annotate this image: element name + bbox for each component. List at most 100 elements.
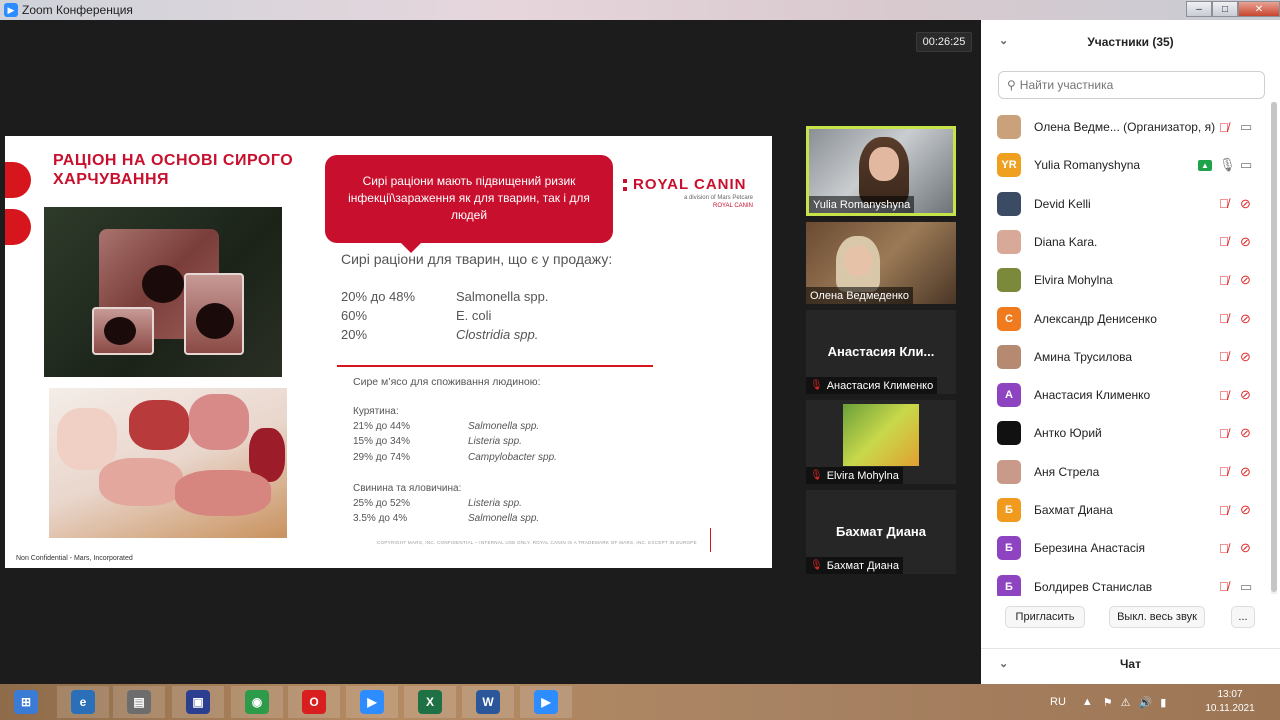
taskbar-clock[interactable]: 13:07 10.11.2021	[1200, 688, 1260, 716]
camera-off-icon[interactable]: ▭	[1240, 579, 1252, 595]
participant-row[interactable]: Devid Kelli 🎙̸ ⊘	[981, 185, 1271, 223]
start-orb-icon: ⊞	[14, 690, 38, 714]
mute-all-button[interactable]: Выкл. весь звук	[1109, 606, 1205, 628]
video-tile-active[interactable]: Yulia Romanyshyna	[806, 126, 956, 216]
scrollbar-thumb[interactable]	[1271, 102, 1277, 592]
participant-row[interactable]: YR Yulia Romanyshyna ▲ 🎙 ▭	[981, 146, 1271, 184]
name-tile[interactable]: Анастасия Кли... 🎙 Анастасия Клименко	[806, 310, 956, 394]
camera-off-icon[interactable]: ⊘	[1240, 234, 1251, 250]
tile-name: Yulia Romanyshyna	[809, 196, 915, 213]
zoom-icon: ▶	[360, 690, 384, 714]
taskbar-app-button[interactable]: W	[462, 686, 514, 718]
mic-off-icon[interactable]: 🎙̸	[1219, 464, 1229, 479]
participant-photo	[843, 404, 919, 466]
participant-row[interactable]: Аня Стрела 🎙̸ ⊘	[981, 453, 1271, 491]
taskbar-app-button[interactable]: e	[57, 686, 109, 718]
pet-stat-org: E. coli	[456, 308, 492, 323]
participant-row[interactable]: С Александр Денисенко 🎙̸ ⊘	[981, 300, 1271, 338]
camera-off-icon[interactable]: ⊘	[1240, 196, 1251, 212]
camera-off-icon[interactable]: ⊘	[1240, 349, 1251, 365]
chat-header[interactable]: ⌄ Чат	[981, 648, 1280, 678]
taskbar-app-button[interactable]: ▶	[520, 686, 572, 718]
participant-row[interactable]: Elvira Mohylna 🎙̸ ⊘	[981, 261, 1271, 299]
video-tile[interactable]: Олена Ведмеденко	[806, 222, 956, 304]
chicken-stat-org: Salmonella spp.	[468, 421, 540, 432]
participant-row[interactable]: Амина Трусилова 🎙̸ ⊘	[981, 338, 1271, 376]
mic-off-icon[interactable]: 🎙̸	[1219, 234, 1229, 249]
screen-share-icon: ▲	[1198, 159, 1212, 171]
participant-name: Антко Юрий	[1034, 426, 1102, 441]
flag-icon[interactable]: ⚑	[1103, 696, 1113, 709]
chevron-down-icon[interactable]: ⌄	[999, 34, 1008, 47]
tray-chevron-icon[interactable]: ▲	[1082, 696, 1093, 708]
mic-off-icon[interactable]: 🎙̸	[1219, 503, 1229, 518]
tile-big-name: Анастасия Кли...	[827, 344, 935, 359]
participant-row[interactable]: Б Болдирев Станислав 🎙̸ ▭	[981, 568, 1271, 596]
close-button[interactable]: ✕	[1238, 1, 1280, 17]
shared-slide: РАЦІОН НА ОСНОВІ СИРОГО ХАРЧУВАННЯ Сирі …	[5, 136, 772, 568]
maximize-button[interactable]: □	[1212, 1, 1238, 17]
ie-icon: e	[71, 690, 95, 714]
chevron-down-icon[interactable]: ⌄	[999, 657, 1008, 670]
camera-off-icon[interactable]: ⊘	[1240, 540, 1251, 556]
more-button[interactable]: ...	[1231, 606, 1255, 628]
slide-footer: Non Confidential - Mars, Incorporated	[16, 555, 133, 562]
camera-off-icon[interactable]: ⊘	[1240, 464, 1251, 480]
mic-off-icon[interactable]: 🎙̸	[1219, 541, 1229, 556]
save-disk-icon: ▣	[186, 690, 210, 714]
invite-button[interactable]: Пригласить	[1005, 606, 1085, 628]
avatar	[997, 191, 1021, 216]
photo-tile[interactable]: 🎙 Elvira Mohylna	[806, 400, 956, 484]
participant-row[interactable]: Б Бахмат Диана 🎙̸ ⊘	[981, 491, 1271, 529]
taskbar-app-button[interactable]: ▤	[113, 686, 165, 718]
search-input[interactable]	[1019, 78, 1240, 92]
scrollbar[interactable]	[1271, 102, 1277, 594]
camera-off-icon[interactable]: ⊘	[1240, 311, 1251, 327]
mic-off-icon[interactable]: 🎙̸	[1219, 311, 1229, 326]
volume-icon[interactable]: 🔊	[1139, 696, 1153, 709]
mic-off-icon[interactable]: 🎙̸	[1219, 388, 1229, 403]
mic-off-icon[interactable]: 🎙̸	[1219, 579, 1229, 594]
taskbar-app-button[interactable]: ▣	[172, 686, 224, 718]
participant-row[interactable]: Олена Ведме... (Организатор, я) 🎙̸ ▭	[981, 108, 1271, 146]
camera-off-icon[interactable]: ▭	[1240, 119, 1252, 135]
taskbar-app-button[interactable]: ◉	[231, 686, 283, 718]
network-warning-icon[interactable]: ⚠	[1121, 696, 1131, 709]
camera-off-icon[interactable]: ⊘	[1240, 387, 1251, 403]
tile-big-name: Бахмат Диана	[835, 524, 927, 539]
mic-on-icon[interactable]: 🎙	[1219, 157, 1236, 173]
mic-off-icon[interactable]: 🎙̸	[1219, 426, 1229, 441]
camera-off-icon[interactable]: ⊘	[1240, 425, 1251, 441]
minimize-button[interactable]: –	[1186, 1, 1212, 17]
search-icon: ⚲	[1007, 78, 1016, 92]
camera-off-icon[interactable]: ⊘	[1240, 272, 1251, 288]
participant-row[interactable]: Diana Kara. 🎙̸ ⊘	[981, 223, 1271, 261]
name-tile[interactable]: Бахмат Диана 🎙 Бахмат Диана	[806, 490, 956, 574]
participants-title: Участники (35)	[1087, 35, 1174, 49]
brand-subtitle: a division of Mars Petcare	[683, 195, 753, 201]
mic-off-icon[interactable]: 🎙̸	[1219, 349, 1229, 364]
taskbar-app-button[interactable]: O	[288, 686, 340, 718]
system-tray: RU ▲ ⚑ ⚠ 🔊 ▮	[1050, 684, 1166, 720]
brand-crown-logo: ROYAL CANIN	[712, 203, 753, 209]
mic-off-icon[interactable]: 🎙̸	[1219, 120, 1229, 135]
copyright-note: COPYRIGHT MARS, INC. CONFIDENTIAL – INTE…	[377, 540, 697, 545]
taskbar-app-button[interactable]: X	[404, 686, 456, 718]
camera-off-icon[interactable]: ⊘	[1240, 502, 1251, 518]
mic-off-icon[interactable]: 🎙̸	[1219, 273, 1229, 288]
mic-off-icon: 🎙	[810, 470, 823, 481]
participant-name: Анастасия Клименко	[1034, 388, 1151, 403]
participant-row[interactable]: Б Березина Анастасія 🎙̸ ⊘	[981, 529, 1271, 567]
participant-search[interactable]: ⚲	[998, 71, 1265, 99]
taskbar-app-button[interactable]: ⊞	[0, 686, 52, 718]
participant-row[interactable]: А Анастасия Клименко 🎙̸ ⊘	[981, 376, 1271, 414]
participant-name: Elvira Mohylna	[1034, 273, 1113, 288]
raw-food-photo	[44, 207, 282, 377]
mic-off-icon[interactable]: 🎙̸	[1219, 196, 1229, 211]
signal-icon[interactable]: ▮	[1160, 696, 1166, 709]
pork-stat-org: Listeria spp.	[468, 498, 522, 509]
taskbar-app-button[interactable]: ▶	[346, 686, 398, 718]
camera-off-icon[interactable]: ▭	[1240, 157, 1252, 173]
participant-row[interactable]: Антко Юрий 🎙̸ ⊘	[981, 414, 1271, 452]
language-indicator[interactable]: RU	[1050, 696, 1066, 708]
